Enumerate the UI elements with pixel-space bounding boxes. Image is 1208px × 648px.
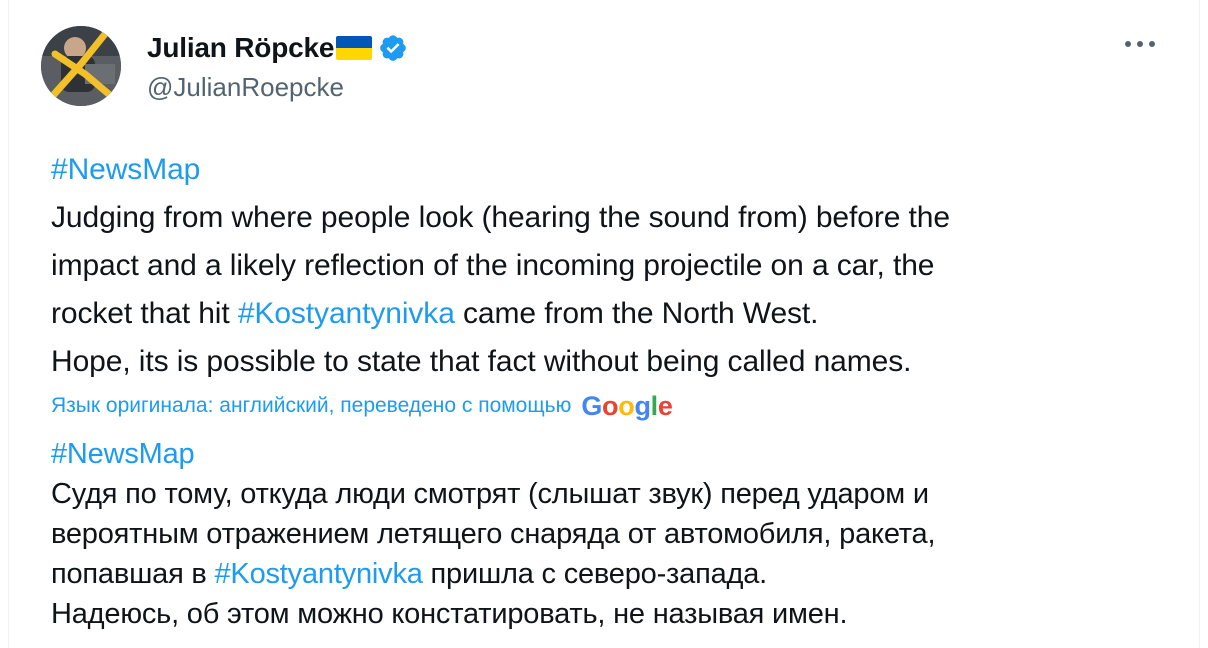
hashtag-link[interactable]: #NewsMap xyxy=(51,146,1169,194)
tweet-text-fragment: rocket that hit xyxy=(51,297,238,330)
tweet-line: rocket that hit #Kostyantynivka came fro… xyxy=(51,290,1169,338)
tweet-text-original: #NewsMap Judging from where people look … xyxy=(51,146,1169,386)
tweet-text-fragment: came from the North West. xyxy=(454,297,819,330)
tweet-text-fragment: пришла с северо-запада. xyxy=(422,558,768,590)
author-handle[interactable]: @JulianRoepcke xyxy=(147,72,408,103)
translation-label: Язык оригинала: английский, переведено с… xyxy=(51,394,572,417)
more-horizontal-icon[interactable] xyxy=(1123,34,1157,54)
tweet-line: вероятным отражением летящего снаряда от… xyxy=(51,518,936,550)
author-display-name[interactable]: Julian Röpcke xyxy=(147,32,334,64)
tweet-line: Судя по тому, откуда люди смотрят (слыша… xyxy=(51,478,929,510)
ukraine-flag-icon xyxy=(336,36,373,60)
tweet-card: Julian Röpcke @JulianRoepcke #NewsMap Ju… xyxy=(8,0,1200,648)
tweet-line: попавшая в #Kostyantynivka пришла с севе… xyxy=(51,554,1169,594)
hashtag-link[interactable]: #Kostyantynivka xyxy=(238,297,455,330)
translation-attribution[interactable]: Язык оригинала: английский, переведено с… xyxy=(51,388,673,424)
tweet-line: Hope, its is possible to state that fact… xyxy=(51,345,912,378)
hashtag-link[interactable]: #Kostyantynivka xyxy=(215,558,423,590)
tweet-line: Judging from where people look (hearing … xyxy=(51,201,950,234)
tweet-line: Надеюсь, об этом можно констатировать, н… xyxy=(51,598,848,630)
tweet-line: impact and a likely reflection of the in… xyxy=(51,249,935,282)
google-logo: Google xyxy=(581,390,673,421)
hashtag-link[interactable]: #NewsMap xyxy=(51,434,1169,474)
verified-badge-icon[interactable] xyxy=(378,33,408,63)
tweet-text-fragment: попавшая в xyxy=(51,558,215,590)
author-info: Julian Röpcke @JulianRoepcke xyxy=(147,30,408,103)
tweet-text-translated: #NewsMap Судя по тому, откуда люди смотр… xyxy=(51,434,1169,634)
tweet-header: Julian Röpcke @JulianRoepcke xyxy=(41,26,1175,110)
avatar[interactable] xyxy=(41,26,121,106)
avatar-image xyxy=(41,26,121,106)
